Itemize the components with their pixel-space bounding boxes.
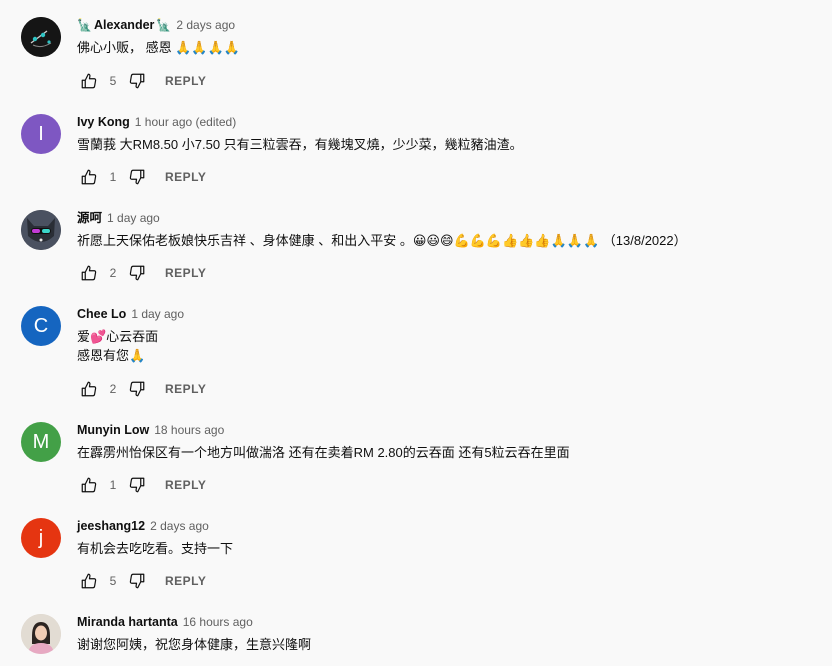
avatar-image [21, 210, 61, 250]
avatar-letter: I [38, 122, 44, 145]
comments-list: 🗽 Alexander 🗽 2 days ago 佛心小贩， 感恩 🙏🙏🙏🙏 5… [0, 0, 832, 666]
comment-text: 有机会去吃吃看。支持一下 [77, 541, 234, 556]
author-prefix-icon: 🗽 [77, 18, 92, 32]
like-count: 1 [109, 478, 117, 492]
author-name[interactable]: Alexander [94, 17, 154, 34]
thumbs-up-icon [81, 477, 97, 493]
comment-time[interactable]: 18 hours ago [154, 422, 224, 439]
like-button[interactable] [77, 261, 101, 285]
author-suffix-icon: 🗽 [156, 18, 172, 32]
like-count: 1 [109, 170, 117, 184]
thumbs-down-icon [129, 477, 145, 493]
dislike-button[interactable] [125, 377, 149, 401]
avatar[interactable] [21, 17, 61, 57]
author-name[interactable]: jeeshang12 [77, 518, 145, 535]
reply-button[interactable]: REPLY [165, 574, 206, 588]
author-name[interactable]: Ivy Kong [77, 114, 130, 131]
thumbs-down-icon [129, 169, 145, 185]
reply-button[interactable]: REPLY [165, 74, 206, 88]
avatar[interactable]: I [21, 114, 61, 154]
avatar[interactable]: M [21, 422, 61, 462]
comment-text-line2: 感恩有您🙏 [77, 348, 146, 363]
thumbs-up-icon [81, 169, 97, 185]
dislike-button[interactable] [125, 569, 149, 593]
thumbs-down-icon [129, 265, 145, 281]
reply-button[interactable]: REPLY [165, 382, 206, 396]
comment-time[interactable]: 1 day ago [131, 306, 184, 323]
thumbs-down-icon [129, 381, 145, 397]
comment-time[interactable]: 1 day ago [107, 210, 160, 227]
comment-time[interactable]: 2 days ago [176, 17, 235, 34]
dislike-button[interactable] [125, 69, 149, 93]
like-button[interactable] [77, 165, 101, 189]
like-count: 5 [109, 74, 117, 88]
reply-button[interactable]: REPLY [165, 170, 206, 184]
like-button[interactable] [77, 569, 101, 593]
dislike-button[interactable] [125, 473, 149, 497]
reply-button[interactable]: REPLY [165, 478, 206, 492]
comment-text: 在霹雳州怡保区有一个地方叫做湍洛 还有在卖着RM 2.80的云吞面 还有5粒云吞… [77, 445, 570, 460]
reply-button[interactable]: REPLY [165, 266, 206, 280]
avatar-image [21, 17, 61, 57]
comment-text: 谢谢您阿姨，祝您身体健康，生意兴隆啊 [77, 637, 312, 652]
avatar[interactable] [21, 614, 61, 654]
author-name[interactable]: Chee Lo [77, 306, 126, 323]
like-button[interactable] [77, 69, 101, 93]
thumbs-up-icon [81, 73, 97, 89]
avatar[interactable]: j [21, 518, 61, 558]
thumbs-up-icon [81, 573, 97, 589]
dislike-button[interactable] [125, 165, 149, 189]
avatar[interactable]: C [21, 306, 61, 346]
comment-time[interactable]: 16 hours ago [183, 614, 253, 631]
avatar-letter: M [32, 430, 50, 453]
like-button[interactable] [77, 473, 101, 497]
avatar[interactable] [21, 210, 61, 250]
thumbs-down-icon [129, 573, 145, 589]
thumbs-up-icon [81, 265, 97, 281]
comment-text: 爱💕心云吞面 [77, 329, 159, 344]
avatar-letter: C [33, 314, 49, 337]
avatar-letter: j [38, 526, 44, 549]
thumbs-down-icon [129, 73, 145, 89]
comment-text: 祈愿上天保佑老板娘快乐吉祥 、身体健康 、和出入平安 。😀😃😄💪💪💪👍👍👍🙏🙏🙏… [77, 233, 687, 248]
comment-time[interactable]: 2 days ago [150, 518, 209, 535]
thumbs-up-icon [81, 381, 97, 397]
like-count: 2 [109, 382, 117, 396]
comment-text: 雪蘭莪 大RM8.50 小7.50 只有三粒雲吞，有幾塊叉燒，少少菜，幾粒豬油渣… [77, 137, 523, 152]
author-name[interactable]: 源呵 [77, 210, 102, 227]
author-name[interactable]: Miranda hartanta [77, 614, 178, 631]
dislike-button[interactable] [125, 261, 149, 285]
like-count: 5 [109, 574, 117, 588]
author-name[interactable]: Munyin Low [77, 422, 149, 439]
comment-time[interactable]: 1 hour ago (edited) [135, 114, 236, 131]
like-count: 2 [109, 266, 117, 280]
avatar-image [21, 614, 61, 654]
comment-text: 佛心小贩， 感恩 🙏🙏🙏🙏 [77, 40, 240, 55]
like-button[interactable] [77, 377, 101, 401]
